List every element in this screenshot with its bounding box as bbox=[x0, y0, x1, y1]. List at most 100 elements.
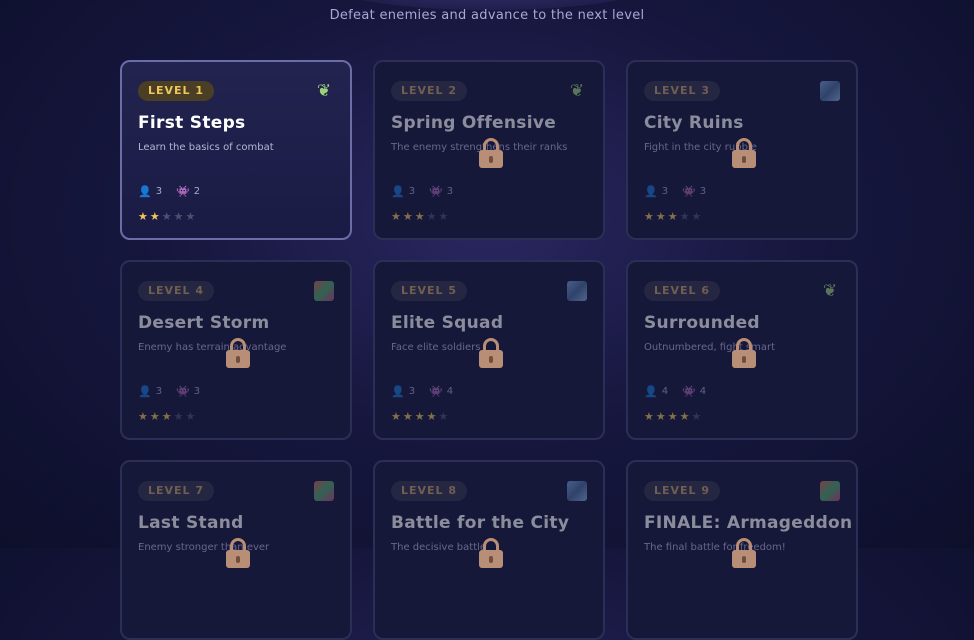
star-icon: ★ bbox=[679, 410, 692, 423]
level-stats: 👤 3 👾 3 bbox=[138, 385, 200, 398]
level-stats: 👤 3 👾 3 bbox=[644, 185, 706, 198]
level-badge: LEVEL 6 bbox=[644, 281, 721, 301]
star-icon: ★ bbox=[161, 410, 174, 423]
difficulty-stars: ★★★★★ bbox=[391, 210, 450, 223]
level-card-6[interactable]: LEVEL 6 ❦ Surrounded Outnumbered, fight sma… bbox=[626, 260, 858, 440]
star-icon: ★ bbox=[438, 210, 451, 223]
level-card-7[interactable]: LEVEL 7 Last Stand Enemy stronger than eve… bbox=[120, 460, 352, 640]
level-title: Last Stand bbox=[138, 513, 244, 533]
star-icon: ★ bbox=[402, 210, 415, 223]
star-icon: ★ bbox=[185, 410, 198, 423]
level-card-9[interactable]: LEVEL 9 FINALE: Armageddon The final battl… bbox=[626, 460, 858, 640]
level-description: Enemy has terrain advantage bbox=[138, 342, 287, 353]
level-card-5[interactable]: LEVEL 5 Elite Squad Face elite soldiers 👤 3 👾… bbox=[373, 260, 605, 440]
level-badge: LEVEL 8 bbox=[391, 481, 468, 501]
enemies-count: 2 bbox=[193, 186, 201, 197]
city-icon bbox=[567, 481, 587, 501]
lock-icon bbox=[226, 538, 250, 568]
level-title: Surrounded bbox=[644, 313, 760, 333]
difficulty-stars: ★★★★★ bbox=[644, 210, 703, 223]
star-icon: ★ bbox=[438, 410, 451, 423]
star-icon: ★ bbox=[644, 210, 656, 223]
enemy-icon: 👾 bbox=[176, 385, 190, 398]
lock-icon bbox=[732, 538, 756, 568]
star-icon: ★ bbox=[414, 410, 427, 423]
star-icon: ★ bbox=[691, 410, 704, 423]
enemy-icon: 👾 bbox=[682, 385, 696, 398]
city-icon bbox=[820, 81, 840, 101]
level-stats: 👤 3 👾 2 bbox=[138, 185, 200, 198]
lock-icon bbox=[479, 538, 503, 568]
enemy-icon: 👾 bbox=[429, 185, 443, 198]
enemies-stat: 👾 2 bbox=[176, 185, 200, 198]
star-icon: ★ bbox=[667, 210, 680, 223]
level-badge: LEVEL 4 bbox=[138, 281, 215, 301]
level-card-1[interactable]: LEVEL 1 ❦ First Steps Learn the basics of c… bbox=[120, 60, 352, 240]
ally-icon: 👤 bbox=[138, 185, 152, 198]
star-icon: ★ bbox=[655, 410, 668, 423]
allies-stat: 👤 3 bbox=[391, 385, 415, 398]
enemies-stat: 👾 3 bbox=[682, 185, 706, 198]
level-badge: LEVEL 1 bbox=[138, 81, 215, 101]
difficulty-stars: ★★★★★ bbox=[138, 210, 197, 223]
allies-stat: 👤 3 bbox=[138, 185, 162, 198]
star-icon: ★ bbox=[414, 210, 427, 223]
ally-icon: 👤 bbox=[391, 185, 405, 198]
level-card-3[interactable]: LEVEL 3 City Ruins Fight in the city rubbl… bbox=[626, 60, 858, 240]
allies-count: 4 bbox=[661, 386, 669, 397]
ally-icon: 👤 bbox=[644, 185, 658, 198]
level-badge: LEVEL 9 bbox=[644, 481, 721, 501]
allies-count: 3 bbox=[155, 386, 163, 397]
star-icon: ★ bbox=[138, 210, 150, 223]
star-icon: ★ bbox=[149, 210, 162, 223]
allies-stat: 👤 3 bbox=[644, 185, 668, 198]
level-badge: LEVEL 3 bbox=[644, 81, 721, 101]
level-stats: 👤 4 👾 4 bbox=[644, 385, 706, 398]
star-icon: ★ bbox=[667, 410, 680, 423]
desert-icon bbox=[314, 281, 334, 301]
level-title: Desert Storm bbox=[138, 313, 270, 333]
desert-icon bbox=[820, 481, 840, 501]
enemies-stat: 👾 3 bbox=[429, 185, 453, 198]
star-icon: ★ bbox=[426, 210, 439, 223]
level-badge: LEVEL 5 bbox=[391, 281, 468, 301]
allies-count: 3 bbox=[408, 186, 416, 197]
forest-icon: ❦ bbox=[822, 281, 838, 301]
allies-stat: 👤 3 bbox=[138, 385, 162, 398]
level-description: Face elite soldiers bbox=[391, 342, 481, 353]
level-title: Spring Offensive bbox=[391, 113, 557, 133]
enemy-icon: 👾 bbox=[176, 185, 190, 198]
star-icon: ★ bbox=[185, 210, 198, 223]
level-card-2[interactable]: LEVEL 2 ❦ Spring Offensive The enemy streng… bbox=[373, 60, 605, 240]
star-icon: ★ bbox=[173, 410, 186, 423]
enemies-count: 4 bbox=[699, 386, 707, 397]
level-title: Elite Squad bbox=[391, 313, 504, 333]
level-badge: LEVEL 7 bbox=[138, 481, 215, 501]
star-icon: ★ bbox=[644, 410, 656, 423]
enemies-count: 3 bbox=[446, 186, 454, 197]
level-badge: LEVEL 2 bbox=[391, 81, 468, 101]
allies-count: 3 bbox=[661, 186, 669, 197]
enemies-count: 3 bbox=[193, 386, 201, 397]
star-icon: ★ bbox=[691, 210, 704, 223]
enemy-icon: 👾 bbox=[682, 185, 696, 198]
lock-icon bbox=[479, 138, 503, 168]
star-icon: ★ bbox=[391, 410, 403, 423]
enemies-stat: 👾 4 bbox=[682, 385, 706, 398]
ally-icon: 👤 bbox=[138, 385, 152, 398]
level-card-4[interactable]: LEVEL 4 Desert Storm Enemy has terrain adv… bbox=[120, 260, 352, 440]
lock-icon bbox=[479, 338, 503, 368]
star-icon: ★ bbox=[173, 210, 186, 223]
level-card-8[interactable]: LEVEL 8 Battle for the City The decisive b… bbox=[373, 460, 605, 640]
page-subtitle: Defeat enemies and advance to the next l… bbox=[329, 8, 645, 23]
star-icon: ★ bbox=[161, 210, 174, 223]
allies-count: 3 bbox=[408, 386, 416, 397]
star-icon: ★ bbox=[426, 410, 439, 423]
difficulty-stars: ★★★★★ bbox=[391, 410, 450, 423]
difficulty-stars: ★★★★★ bbox=[138, 410, 197, 423]
ally-icon: 👤 bbox=[644, 385, 658, 398]
enemies-count: 4 bbox=[446, 386, 454, 397]
allies-count: 3 bbox=[155, 186, 163, 197]
level-title: City Ruins bbox=[644, 113, 744, 133]
enemy-icon: 👾 bbox=[429, 385, 443, 398]
